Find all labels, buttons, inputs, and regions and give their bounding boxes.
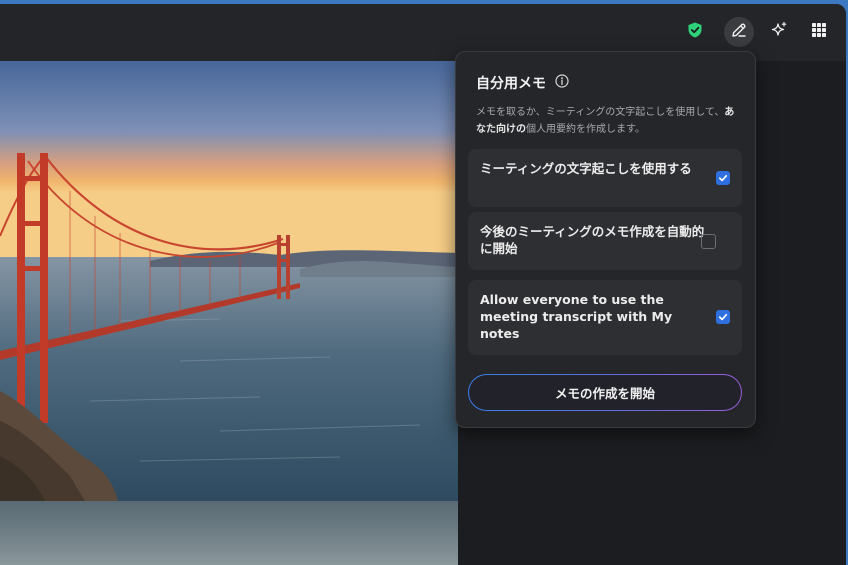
check-icon (718, 174, 728, 182)
check-icon (718, 313, 728, 321)
sparkle-icon (770, 21, 788, 43)
video-background-image (0, 61, 458, 501)
checkbox-allow-everyone-transcript[interactable] (716, 310, 730, 324)
option-auto-start-notes[interactable]: 今後のミーティングのメモ作成を自動的に開始 (468, 212, 742, 270)
panel-description: メモを取るか、ミーティングの文字起こしを使用して、あなた向けの個人用要約を作成し… (476, 104, 740, 138)
my-notes-panel: 自分用メモ メモを取るか、ミーティングの文字起こしを使用して、あなた向けの個人用… (455, 51, 756, 428)
info-icon[interactable] (555, 73, 569, 92)
apps-grid-icon (811, 22, 827, 42)
description-text: メモを取るか、ミーティングの文字起こしを使用して、 (476, 107, 725, 118)
panel-title: 自分用メモ (476, 76, 546, 92)
my-notes-button[interactable] (724, 17, 754, 47)
option-use-transcript[interactable]: ミーティングの文字起こしを使用する (468, 149, 742, 207)
option-label: ミーティングの文字起こしを使用する (480, 161, 692, 176)
ai-companion-button[interactable] (764, 17, 794, 47)
checkbox-auto-start-notes[interactable] (701, 234, 716, 249)
start-notes-button[interactable]: メモの作成を開始 (468, 374, 742, 411)
option-label: Allow everyone to use the meeting transc… (480, 292, 673, 341)
pencil-icon (730, 21, 748, 43)
option-label: 今後のミーティングのメモ作成を自動的に開始 (480, 224, 705, 256)
video-background-lower (0, 501, 458, 565)
checkbox-use-transcript[interactable] (716, 171, 730, 185)
description-text-end: 個人用要約を作成します。 (526, 124, 645, 135)
option-allow-everyone-transcript[interactable]: Allow everyone to use the meeting transc… (468, 280, 742, 355)
apps-button[interactable] (804, 17, 834, 47)
security-button[interactable] (680, 17, 710, 47)
shield-check-icon (686, 21, 704, 43)
